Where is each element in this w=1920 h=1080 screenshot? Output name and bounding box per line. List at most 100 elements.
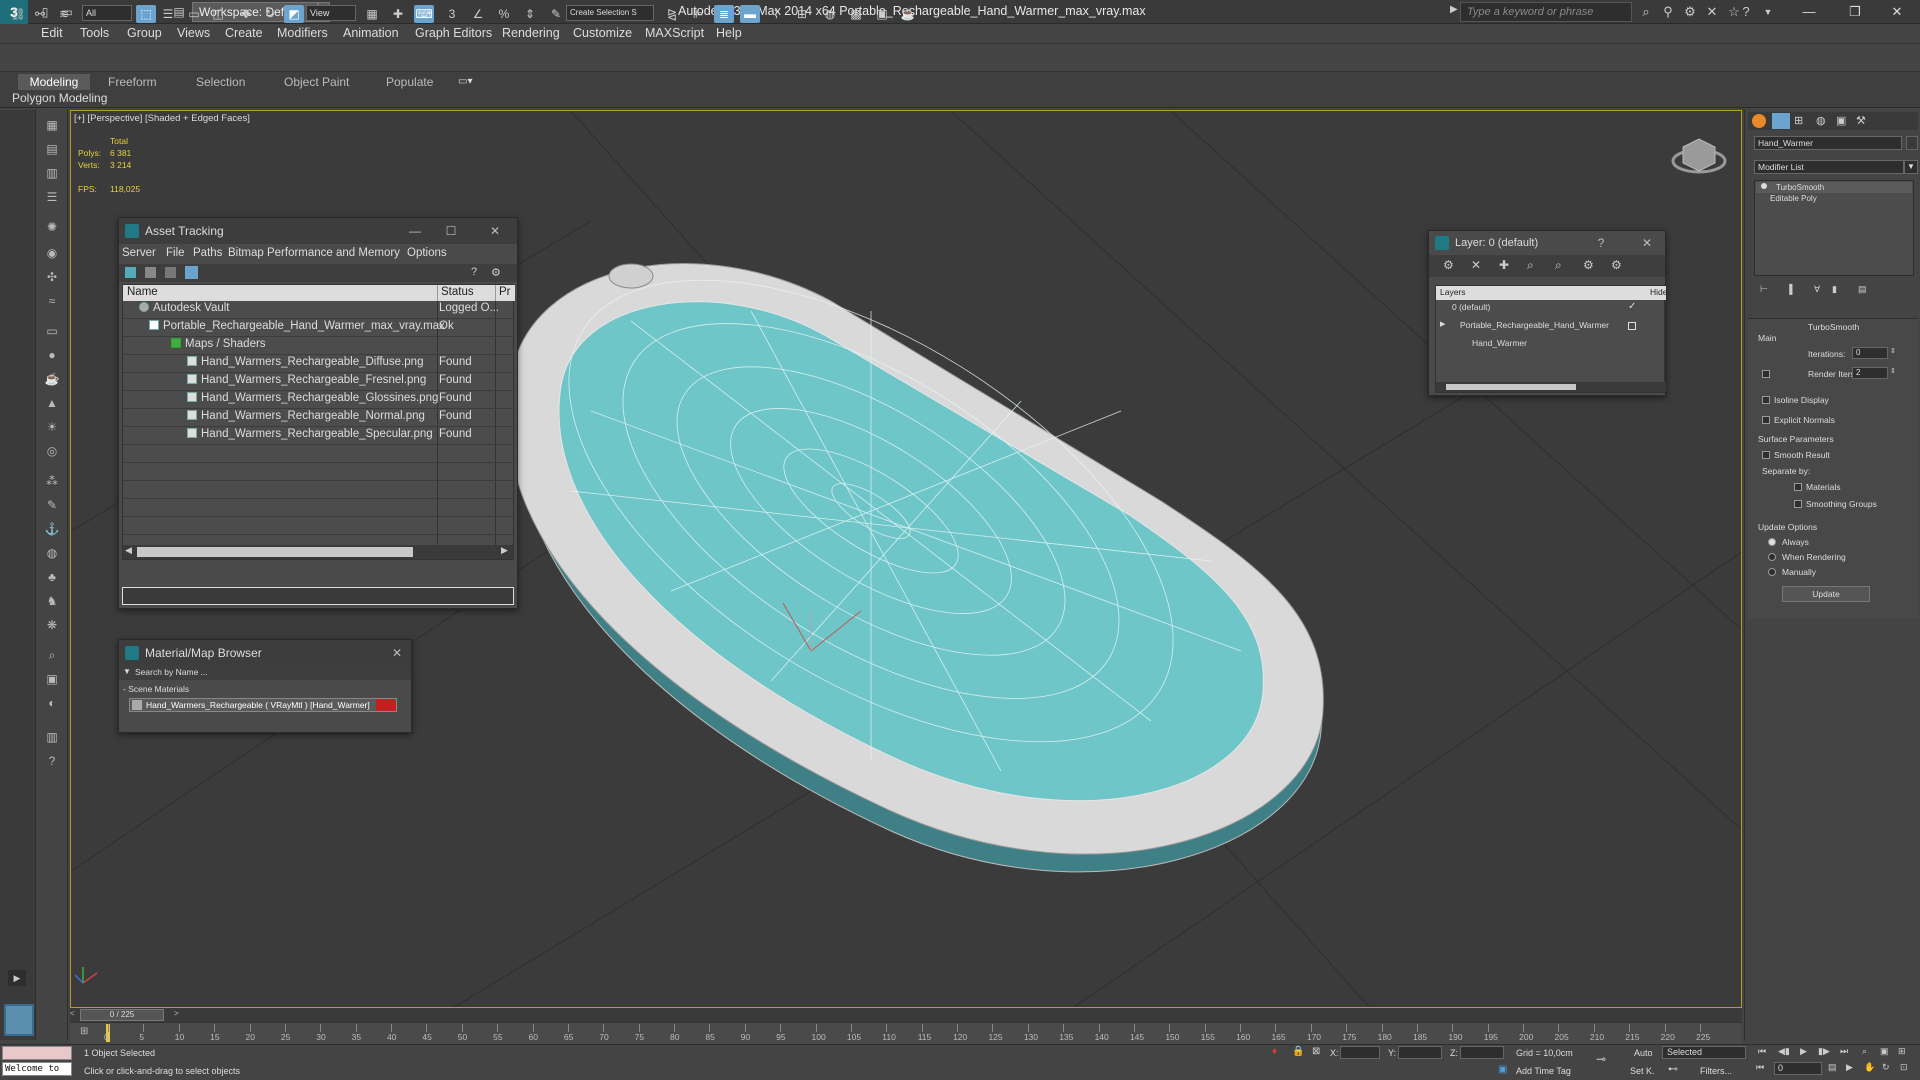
layer-window-titlebar[interactable]: Layer: 0 (default) ? ✕ (1429, 231, 1665, 255)
search-input[interactable]: Type a keyword or phrase (1460, 2, 1632, 22)
col-extra[interactable]: Pr (499, 286, 511, 298)
add-time-tag[interactable]: Add Time Tag (1516, 1066, 1571, 1076)
at-menu-server[interactable]: Server (122, 247, 156, 259)
y-field[interactable] (1398, 1046, 1442, 1059)
bulb-icon[interactable] (1761, 183, 1767, 189)
search-icon[interactable]: ⚲ (1658, 3, 1678, 21)
paint-icon[interactable]: ✎ (43, 496, 61, 514)
refresh-icon[interactable] (125, 267, 136, 278)
modify-tab-icon[interactable] (1772, 113, 1790, 129)
iterations-spinner[interactable]: 0 (1852, 347, 1888, 359)
settings-icon[interactable]: ⚙ (491, 266, 501, 279)
spinner-snap-icon[interactable]: ⇕ (520, 5, 540, 23)
orbit-icon[interactable]: ↻ (1882, 1062, 1890, 1073)
layer-checkbox[interactable] (1628, 322, 1636, 330)
fur-icon[interactable]: ❋ (43, 616, 61, 634)
zoom-extents-icon[interactable]: ▣ (1880, 1046, 1889, 1057)
help-icon[interactable]: ? (471, 266, 477, 278)
hand-warmer-model[interactable] (493, 187, 1324, 873)
move-icon[interactable]: ✥ (236, 5, 256, 23)
table-row[interactable]: Hand_Warmers_Rechargeable_Glossines.png … (123, 391, 515, 409)
close-icon[interactable]: ✕ (387, 640, 407, 666)
snapshot-icon[interactable]: ▣ (43, 670, 61, 688)
pan-icon[interactable]: ✋ (1864, 1062, 1875, 1073)
material-editor-icon[interactable]: ◍ (820, 5, 840, 23)
highlight-layer-icon[interactable]: ⌕ (1555, 258, 1562, 273)
freeze-all-icon[interactable]: ⚙ (1611, 258, 1622, 272)
search-dropdown-icon[interactable]: ▼ (123, 667, 131, 676)
table-row[interactable]: Maps / Shaders (123, 337, 515, 355)
mini-listener-icon[interactable] (4, 1004, 34, 1036)
box-icon[interactable]: ▭ (43, 322, 61, 340)
time-slider[interactable]: < 0 / 225 > (70, 1008, 1742, 1022)
menu-edit[interactable]: Edit (41, 26, 63, 40)
light-icon[interactable]: ✺ (43, 218, 61, 236)
ref-coord-dropdown[interactable]: View (306, 5, 356, 21)
sun-icon[interactable]: ☀ (43, 418, 61, 436)
goto-start-icon[interactable]: ⏮ (1758, 1046, 1766, 1057)
tree-icon[interactable]: ♣ (43, 568, 61, 586)
viewport-label[interactable]: [+] [Perspective] [Shaded + Edged Faces] (74, 113, 250, 124)
ribbon-options-icon[interactable]: ▭▾ (458, 76, 472, 87)
scrollbar-thumb[interactable] (137, 547, 413, 557)
expand-arrow-icon[interactable]: ▶ (8, 970, 26, 986)
object-color-swatch[interactable] (1906, 136, 1918, 150)
next-key-icon[interactable]: ▮▶ (1818, 1046, 1830, 1057)
menu-maxscript[interactable]: MAXScript (645, 26, 704, 40)
close-icon[interactable]: ✕ (1637, 231, 1657, 255)
help-icon[interactable]: ? (1734, 3, 1758, 21)
spinner-arrows-icon[interactable]: ⇕ (1890, 367, 1896, 375)
table-row[interactable]: Hand_Warmers_Rechargeable_Specular.png F… (123, 427, 515, 445)
key-filter-dropdown[interactable]: Selected (1662, 1046, 1746, 1059)
rect-selection-icon[interactable]: ▭ (184, 5, 204, 23)
create-tab-icon[interactable] (1752, 114, 1766, 128)
viewcube-icon[interactable] (1671, 138, 1727, 174)
prev-frame-icon[interactable]: < (70, 1009, 75, 1018)
torus-icon[interactable]: ◎ (43, 442, 61, 460)
layer-row[interactable]: ▶ Portable_Rechargeable_Hand_Warmer (1436, 318, 1666, 336)
percent-snap-icon[interactable]: % (494, 5, 514, 23)
always-radio[interactable] (1768, 538, 1776, 546)
table-row[interactable]: Hand_Warmers_Rechargeable_Fresnel.png Fo… (123, 373, 515, 391)
menu-views[interactable]: Views (177, 26, 210, 40)
ribbon-polygon-modeling[interactable]: Polygon Modeling (12, 91, 107, 105)
absolute-mode-icon[interactable]: ⊠ (1312, 1046, 1320, 1057)
table-row[interactable]: Portable_Rechargeable_Hand_Warmer_max_vr… (123, 319, 515, 337)
link-icon[interactable]: ⛓ (8, 5, 28, 23)
tab-object-paint[interactable]: Object Paint (276, 74, 357, 90)
subscription-icon[interactable]: ⚙ (1680, 3, 1700, 21)
update-button[interactable]: Update (1782, 586, 1870, 602)
col-hide[interactable]: Hide (1650, 287, 1667, 297)
align-icon[interactable]: ⊫ (688, 5, 708, 23)
list-view-icon[interactable] (145, 267, 156, 278)
layer-scrollbar[interactable] (1436, 382, 1666, 392)
object-name-field[interactable]: Hand_Warmer (1754, 136, 1902, 150)
window-crossing-icon[interactable]: ◫ (208, 5, 228, 23)
prev-key-icon[interactable]: ◀▮ (1778, 1046, 1790, 1057)
tab-selection[interactable]: Selection (188, 74, 253, 90)
scene-materials-group[interactable]: - Scene Materials (119, 684, 411, 696)
next-frame-icon[interactable]: > (174, 1009, 179, 1018)
asset-tracking-titlebar[interactable]: Asset Tracking — ☐ ✕ (119, 218, 517, 244)
show-end-result-icon[interactable]: ▐ (1786, 284, 1792, 294)
utilities-tab-icon[interactable]: ⚒ (1856, 114, 1866, 127)
sphere-icon[interactable]: ● (43, 346, 61, 364)
close-icon[interactable]: ✕ (1874, 0, 1920, 24)
layer-row[interactable]: 0 (default) ✓ (1436, 300, 1666, 318)
render-teapot-icon[interactable]: ☕ (898, 5, 918, 23)
help-dropdown-icon[interactable]: ▼ (1758, 3, 1778, 21)
search-arrow-icon[interactable]: ▶ (1450, 4, 1458, 15)
set-key-icon[interactable]: ⊷ (1668, 1064, 1678, 1075)
at-menu-options[interactable]: Options (407, 247, 447, 259)
tab-populate[interactable]: Populate (378, 74, 441, 90)
menu-help[interactable]: Help (716, 26, 742, 40)
z-field[interactable] (1460, 1046, 1504, 1059)
minimize-icon[interactable]: — (405, 218, 425, 244)
minimize-icon[interactable]: — (1786, 0, 1832, 24)
globe-icon[interactable]: ◍ (43, 544, 61, 562)
helper-icon[interactable]: ✣ (43, 268, 61, 286)
add-to-layer-icon[interactable]: ✚ (1499, 258, 1509, 272)
zoom-icon[interactable]: ⌕ (43, 646, 61, 664)
camera-icon[interactable]: ◉ (43, 244, 61, 262)
grid-icon[interactable]: ▥ (43, 164, 61, 182)
